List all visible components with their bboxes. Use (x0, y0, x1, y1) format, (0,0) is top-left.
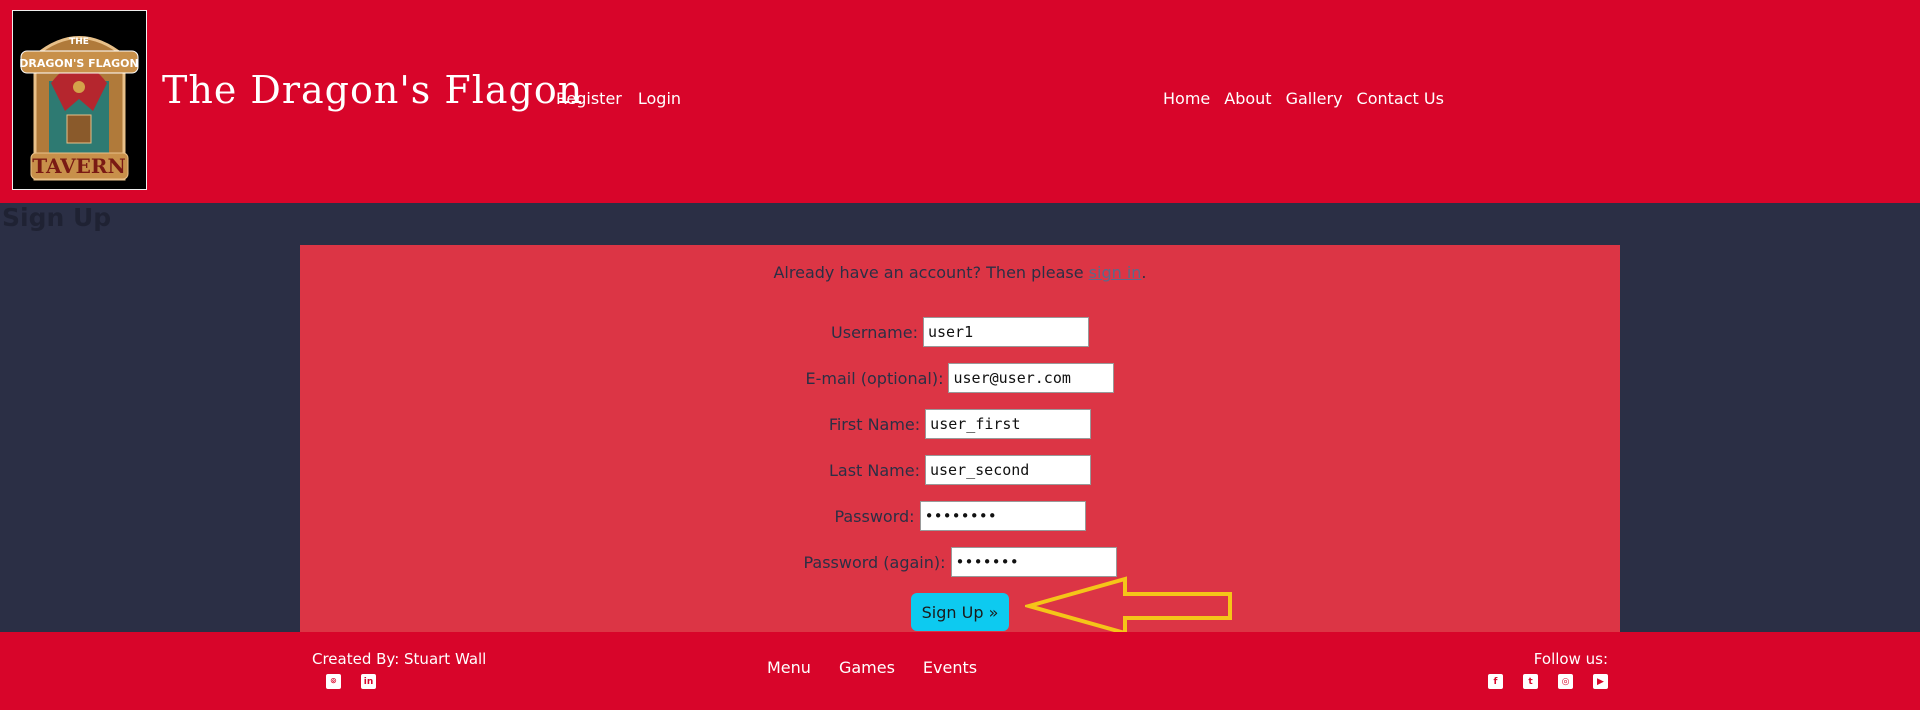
youtube-icon[interactable]: ▶ (1593, 674, 1608, 689)
password-again-row: Password (again): (300, 547, 1620, 577)
nav-about[interactable]: About (1224, 89, 1271, 108)
signin-notice: Already have an account? Then please sig… (300, 263, 1620, 282)
signup-panel: Already have an account? Then please sig… (300, 245, 1620, 632)
sign-in-link[interactable]: sign in (1089, 263, 1142, 282)
first-name-label: First Name: (828, 414, 921, 434)
auth-nav: Register Login (556, 89, 681, 108)
last-name-row: Last Name: (300, 455, 1620, 485)
password-input[interactable] (919, 501, 1086, 531)
site-title[interactable]: The Dragon's Flagon (162, 68, 583, 112)
notice-prefix: Already have an account? Then please (773, 263, 1089, 282)
author-social-links: ⌾ in (326, 674, 376, 689)
page-title: Sign Up (2, 203, 112, 232)
notice-suffix: . (1141, 263, 1147, 282)
footer-nav-events[interactable]: Events (923, 658, 977, 677)
annotation-arrow-icon (1025, 576, 1232, 636)
last-name-input[interactable] (925, 455, 1091, 485)
first-name-row: First Name: (300, 409, 1620, 439)
footer-nav: Menu Games Events (767, 658, 977, 677)
email-row: E-mail (optional): (300, 363, 1620, 393)
footer-nav-games[interactable]: Games (839, 658, 895, 677)
username-label: Username: (831, 322, 918, 342)
password-row: Password: (300, 501, 1620, 531)
last-name-label: Last Name: (828, 460, 920, 480)
email-input[interactable] (948, 363, 1115, 393)
first-name-input[interactable] (925, 409, 1092, 439)
nav-login[interactable]: Login (638, 89, 681, 108)
email-label: E-mail (optional): (805, 368, 944, 388)
facebook-icon[interactable]: f (1488, 674, 1503, 689)
footer-credit: Created By: Stuart Wall (312, 650, 487, 668)
twitter-icon[interactable]: t (1523, 674, 1538, 689)
nav-gallery[interactable]: Gallery (1286, 89, 1343, 108)
password-again-label: Password (again): (803, 552, 946, 572)
tavern-logo[interactable]: DRAGON'S FLAGON THE TAVERN (12, 10, 147, 190)
sign-up-button[interactable]: Sign Up » (911, 593, 1009, 631)
footer-nav-menu[interactable]: Menu (767, 658, 811, 677)
nav-contact-us[interactable]: Contact Us (1357, 89, 1444, 108)
password-label: Password: (834, 506, 915, 526)
password-again-input[interactable] (950, 547, 1117, 577)
linkedin-icon[interactable]: in (361, 674, 376, 689)
logo-text-dragons-flagon: DRAGON'S FLAGON (19, 57, 138, 70)
follow-social-links: f t ◎ ▶ (1488, 674, 1608, 689)
nav-register[interactable]: Register (556, 89, 622, 108)
username-input[interactable] (922, 317, 1089, 347)
main-nav: Home About Gallery Contact Us (1163, 89, 1444, 108)
logo-text-tavern: TAVERN (32, 154, 126, 178)
username-row: Username: (300, 317, 1620, 347)
site-footer: Created By: Stuart Wall ⌾ in Menu Games … (0, 632, 1920, 710)
github-icon[interactable]: ⌾ (326, 674, 341, 689)
instagram-icon[interactable]: ◎ (1558, 674, 1573, 689)
logo-text-the: THE (69, 37, 89, 47)
nav-home[interactable]: Home (1163, 89, 1210, 108)
follow-us-label: Follow us: (1533, 650, 1608, 668)
site-header: DRAGON'S FLAGON THE TAVERN The Dragon's … (0, 0, 1920, 203)
